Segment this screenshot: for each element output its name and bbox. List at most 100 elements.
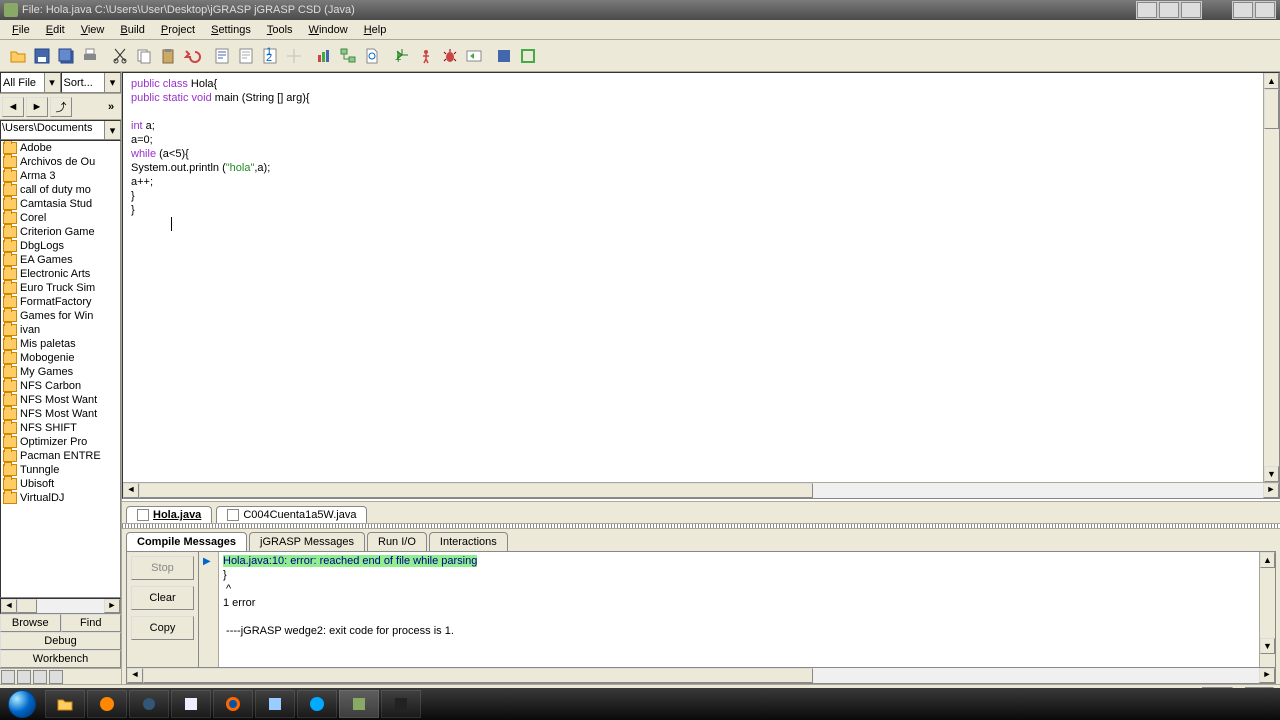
tree-item[interactable]: FormatFactory (1, 295, 120, 309)
find-button[interactable]: Find (61, 614, 122, 632)
debug-button[interactable]: Debug (0, 632, 121, 650)
tree-item[interactable]: Arma 3 (1, 169, 120, 183)
menu-view[interactable]: View (73, 22, 113, 38)
menu-edit[interactable]: Edit (38, 22, 73, 38)
messages-hscroll[interactable]: ◄► (126, 668, 1276, 684)
task-jgrasp[interactable] (339, 690, 379, 718)
tree-item[interactable]: Camtasia Stud (1, 197, 120, 211)
folder-tree[interactable]: AdobeArchivos de OuArma 3call of duty mo… (0, 140, 121, 598)
clear-button[interactable]: Clear (131, 586, 194, 610)
tree-item[interactable]: ivan (1, 323, 120, 337)
code-text[interactable]: public class Hola{ public static void ma… (123, 73, 1263, 482)
status-icon[interactable] (33, 670, 47, 684)
menu-file[interactable]: File (4, 22, 38, 38)
task-app1[interactable] (129, 690, 169, 718)
copy-icon[interactable] (132, 44, 156, 68)
run-args-icon[interactable] (462, 44, 486, 68)
doc-icon[interactable] (360, 44, 384, 68)
save-icon[interactable] (30, 44, 54, 68)
compile-output[interactable]: Hola.java:10: error: reached end of file… (219, 552, 1259, 667)
status-icon[interactable] (17, 670, 31, 684)
status-icon[interactable] (1, 670, 15, 684)
tree-item[interactable]: Criterion Game (1, 225, 120, 239)
start-button[interactable] (0, 688, 44, 720)
tab-run-io[interactable]: Run I/O (367, 532, 427, 551)
task-cmd[interactable] (381, 690, 421, 718)
menu-project[interactable]: Project (153, 22, 203, 38)
compile-icon[interactable]: + (390, 44, 414, 68)
cut-icon[interactable] (108, 44, 132, 68)
nav-expand-icon[interactable]: » (103, 101, 119, 113)
path-input[interactable]: \Users\Documents▾ (0, 120, 121, 140)
interactions-icon[interactable] (516, 44, 540, 68)
tree-item[interactable]: Electronic Arts (1, 267, 120, 281)
close-button[interactable]: ✕ (1181, 2, 1201, 18)
tree-item[interactable]: Ubisoft (1, 477, 120, 491)
browse-button[interactable]: Browse (0, 614, 61, 632)
tree-item[interactable]: Games for Win (1, 309, 120, 323)
tree-item[interactable]: VirtualDJ (1, 491, 120, 505)
workbench-button[interactable]: Workbench (0, 650, 121, 668)
task-app2[interactable] (255, 690, 295, 718)
undo-icon[interactable] (180, 44, 204, 68)
task-firefox[interactable] (213, 690, 253, 718)
debug-icon[interactable] (438, 44, 462, 68)
nav-up-icon[interactable]: ⤴ (50, 97, 72, 117)
status-icon[interactable] (49, 670, 63, 684)
menu-settings[interactable]: Settings (203, 22, 259, 38)
tree-item[interactable]: Adobe (1, 141, 120, 155)
menu-window[interactable]: Window (301, 22, 356, 38)
tree-hscroll[interactable]: ◄► (0, 598, 121, 614)
menu-build[interactable]: Build (112, 22, 152, 38)
nav-forward-icon[interactable]: ► (26, 97, 48, 117)
stop-button[interactable]: Stop (131, 556, 194, 580)
tree-item[interactable]: NFS SHIFT (1, 421, 120, 435)
tree-item[interactable]: NFS Carbon (1, 379, 120, 393)
minimize-button[interactable]: _ (1137, 2, 1157, 18)
tree-item[interactable]: Tunngle (1, 463, 120, 477)
tree-item[interactable]: Euro Truck Sim (1, 281, 120, 295)
menu-tools[interactable]: Tools (259, 22, 301, 38)
editor-hscroll[interactable]: ◄► (123, 482, 1279, 498)
editor-vscroll[interactable]: ▲ ▼ (1263, 73, 1279, 482)
file-filter-combo[interactable]: All File▾ (0, 72, 61, 93)
tree-item[interactable]: Corel (1, 211, 120, 225)
sort-combo[interactable]: Sort...▾ (61, 72, 122, 93)
csd-remove-icon[interactable] (234, 44, 258, 68)
maximize-button[interactable]: ❐ (1159, 2, 1179, 18)
tab-jgrasp-messages[interactable]: jGRASP Messages (249, 532, 365, 551)
tab-compile-messages[interactable]: Compile Messages (126, 532, 247, 551)
tab-hola[interactable]: Hola.java (126, 506, 212, 523)
copy-button[interactable]: Copy (131, 616, 194, 640)
messages-vscroll[interactable]: ▲▼ (1259, 552, 1275, 667)
freeze-icon[interactable] (282, 44, 306, 68)
open-file-icon[interactable] (6, 44, 30, 68)
tree-item[interactable]: Optimizer Pro (1, 435, 120, 449)
nav-back-icon[interactable]: ◄ (2, 97, 24, 117)
print-icon[interactable] (78, 44, 102, 68)
tree-item[interactable]: call of duty mo (1, 183, 120, 197)
save-all-icon[interactable] (54, 44, 78, 68)
tree-item[interactable]: Mobogenie (1, 351, 120, 365)
tree-item[interactable]: NFS Most Want (1, 393, 120, 407)
viewer-icon[interactable] (492, 44, 516, 68)
paste-icon[interactable] (156, 44, 180, 68)
run-icon[interactable] (414, 44, 438, 68)
task-media[interactable] (87, 690, 127, 718)
menu-help[interactable]: Help (356, 22, 395, 38)
outer-restore-button[interactable]: ❐ (1233, 2, 1253, 18)
outer-close-button[interactable]: ✕ (1255, 2, 1275, 18)
tree-item[interactable]: NFS Most Want (1, 407, 120, 421)
uml-icon[interactable] (336, 44, 360, 68)
tree-item[interactable]: EA Games (1, 253, 120, 267)
task-skype[interactable] (297, 690, 337, 718)
line-numbers-icon[interactable]: 12 (258, 44, 282, 68)
csd-generate-icon[interactable] (210, 44, 234, 68)
task-explorer[interactable] (45, 690, 85, 718)
tab-c004[interactable]: C004Cuenta1a5W.java (216, 506, 367, 523)
tree-item[interactable]: Pacman ENTRE (1, 449, 120, 463)
tree-item[interactable]: Archivos de Ou (1, 155, 120, 169)
tab-interactions[interactable]: Interactions (429, 532, 508, 551)
code-editor[interactable]: public class Hola{ public static void ma… (123, 73, 1279, 482)
task-notes[interactable] (171, 690, 211, 718)
